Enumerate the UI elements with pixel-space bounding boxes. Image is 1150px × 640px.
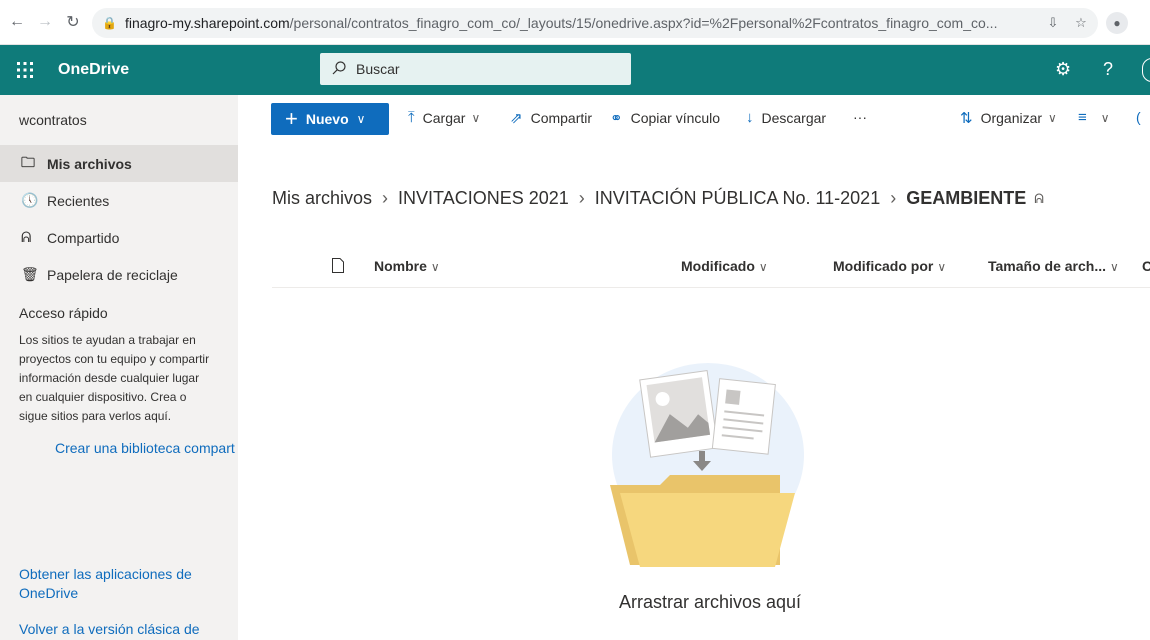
sort-button[interactable]: ⇅ Organizar ∨ (960, 109, 1057, 127)
chevron-down-icon: ∨ (758, 260, 768, 274)
nav-item-shared[interactable]: ᕱ Compartido (0, 219, 238, 256)
share-icon: ⇗ (510, 110, 523, 127)
user-name: wcontratos (19, 112, 87, 128)
share-label: Compartir (530, 110, 593, 126)
chevron-right-icon: › (890, 188, 897, 208)
chevron-right-icon: › (578, 188, 585, 208)
folder-icon: 🗀 (21, 153, 35, 170)
search-placeholder: Buscar (356, 61, 400, 77)
upload-button[interactable]: ⤒ Cargar ∨ (408, 109, 480, 126)
copy-link-button[interactable]: ⚭ Copiar vínculo (610, 109, 720, 127)
account-avatar-icon[interactable] (1142, 58, 1150, 82)
settings-gear-icon[interactable]: ⚙ (1055, 59, 1071, 80)
install-app-icon[interactable]: ⇩ (1042, 15, 1064, 31)
breadcrumb-item[interactable]: INVITACIONES 2021 (398, 188, 569, 209)
url-text[interactable]: finagro-my.sharepoint.com/personal/contr… (125, 15, 1042, 31)
chevron-down-icon: ∨ (471, 110, 481, 125)
nav-item-label: Recientes (47, 192, 110, 209)
nav-item-recent[interactable]: 🕔 Recientes (0, 182, 238, 219)
column-extra[interactable]: C (1142, 258, 1150, 274)
chevron-down-icon: ∨ (430, 260, 440, 274)
upload-icon: ⤒ (408, 109, 415, 126)
column-name[interactable]: Nombre ∨ (374, 258, 440, 274)
more-icon: ··· (853, 109, 867, 125)
more-button[interactable]: ··· (853, 109, 867, 125)
url-path: /personal/contratos_finagro_com_co/_layo… (289, 15, 998, 31)
star-icon[interactable]: ☆ (1070, 15, 1092, 31)
new-button-label: Nuevo (305, 111, 349, 127)
file-type-icon[interactable] (332, 258, 344, 276)
nav-item-label: Papelera de reciclaje (47, 266, 178, 283)
chevron-down-icon: ∨ (1048, 111, 1057, 125)
chevron-down-icon: ∨ (1110, 260, 1119, 274)
search-icon (332, 60, 346, 78)
chevron-down-icon: ∨ (1100, 110, 1110, 125)
column-modified-by[interactable]: Modificado por ∨ (833, 258, 946, 274)
trash-icon: 🗑 (21, 266, 39, 282)
nav-item-label: Compartido (47, 229, 120, 246)
download-button[interactable]: ↓ Descargar (746, 109, 826, 126)
download-label: Descargar (761, 109, 827, 126)
new-button[interactable]: + Nuevo ∨ (271, 103, 389, 135)
classic-view-link[interactable]: Volver a la versión clásica de (19, 620, 200, 639)
get-apps-link[interactable]: Obtener las aplicaciones de OneDrive (19, 565, 219, 603)
nav-item-recycle-bin[interactable]: 🗑 Papelera de reciclaje (0, 256, 238, 293)
column-file-size[interactable]: Tamaño de arch... ∨ (988, 258, 1119, 274)
list-view-icon: ≡ (1078, 109, 1087, 126)
column-label: Modificado por (833, 258, 934, 274)
forward-icon[interactable]: → (34, 11, 56, 33)
copy-link-label: Copiar vínculo (630, 110, 721, 126)
share-button[interactable]: ⇗ Compartir (510, 109, 592, 127)
clock-icon: 🕔 (21, 192, 39, 208)
people-icon: ᕱ (21, 229, 32, 245)
url-host: finagro-my.sharepoint.com (124, 15, 290, 31)
lock-icon: 🔒 (102, 16, 117, 30)
breadcrumb-item[interactable]: Mis archivos (272, 188, 372, 209)
left-navigation: wcontratos 🗀 Mis archivos 🕔 Recientes ᕱ … (0, 95, 238, 640)
create-library-link[interactable]: Crear una biblioteca compart (0, 440, 238, 456)
info-glyph: ( (1136, 109, 1141, 125)
browser-toolbar: ← → ↻ 🔒 finagro-my.sharepoint.com/person… (0, 0, 1150, 45)
column-label: Modificado (681, 258, 755, 274)
shared-people-icon[interactable]: ᕱ (1034, 191, 1044, 207)
empty-folder-illustration (610, 363, 804, 567)
breadcrumb: Mis archivos › INVITACIONES 2021 › INVIT… (272, 188, 1044, 209)
back-icon[interactable]: ← (6, 11, 28, 33)
nav-item-my-files[interactable]: 🗀 Mis archivos (0, 145, 238, 182)
file-list-header: Nombre ∨ Modificado ∨ Modificado por ∨ Tama… (272, 244, 1150, 288)
column-label: Tamaño de arch... (988, 258, 1106, 274)
breadcrumb-item[interactable]: INVITACIÓN PÚBLICA No. 11-2021 (595, 188, 880, 209)
chevron-right-icon: › (382, 188, 389, 208)
upload-label: Cargar (422, 109, 466, 126)
chevron-down-icon: ∨ (356, 112, 366, 126)
nav-item-label: Mis archivos (47, 155, 132, 172)
info-icon[interactable]: ( (1136, 109, 1141, 125)
help-icon[interactable]: ? (1103, 59, 1113, 80)
link-icon: ⚭ (610, 110, 623, 127)
view-options-button[interactable]: ≡ ∨ (1078, 109, 1110, 126)
empty-state-text: Arrastrar archivos aquí (618, 592, 802, 612)
quick-access-title: Acceso rápido (19, 305, 108, 321)
suite-header: OneDrive Buscar ⚙ ? (0, 45, 1150, 95)
sort-label: Organizar (980, 110, 1043, 126)
plus-icon: + (285, 106, 298, 131)
column-label: Nombre (374, 258, 427, 274)
address-bar[interactable]: 🔒 finagro-my.sharepoint.com/personal/con… (92, 8, 1098, 38)
breadcrumb-current: GEAMBIENTE (906, 188, 1027, 208)
command-bar: + Nuevo ∨ ⤒ Cargar ∨ ⇗ Compartir ⚭ Copia… (238, 95, 1150, 141)
chevron-down-icon: ∨ (937, 260, 947, 274)
profile-avatar-icon[interactable]: ● (1106, 12, 1128, 34)
column-modified[interactable]: Modificado ∨ (681, 258, 768, 274)
quick-access-description: Los sitios te ayudan a trabajar en proye… (19, 333, 210, 423)
app-launcher-icon[interactable] (0, 45, 50, 95)
search-input[interactable]: Buscar (320, 53, 631, 85)
app-name[interactable]: OneDrive (58, 61, 129, 79)
download-icon: ↓ (746, 109, 754, 126)
sort-icon: ⇅ (960, 110, 973, 127)
reload-icon[interactable]: ↻ (62, 11, 84, 33)
